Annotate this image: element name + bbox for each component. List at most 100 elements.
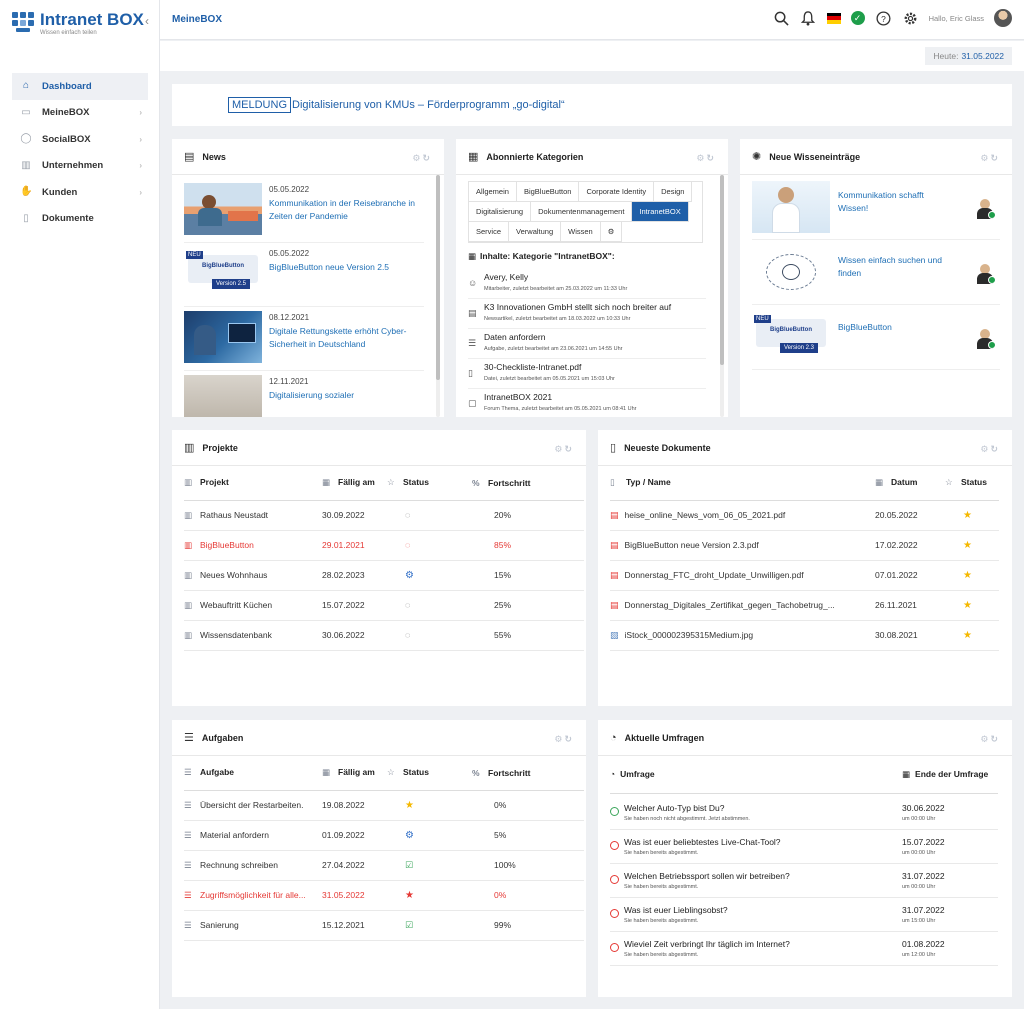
content-title[interactable]: IntranetBOX 2021 [484,392,552,402]
card-tools[interactable]: ⚙↻ [554,444,574,455]
category-content-item[interactable]: ▢ IntranetBOX 2021 Forum Thema, zuletzt … [468,389,706,417]
comment-icon[interactable]: ◌ [405,510,410,520]
bell-icon[interactable] [800,10,817,27]
knowledge-item[interactable]: Kommunikation schafft Wissen! [752,175,1000,240]
sidebar-item-meinebox[interactable]: ▭ MeineBOX › [12,100,148,127]
project-name[interactable]: BigBlueButton [200,540,254,550]
star-icon[interactable]: ★ [405,890,414,901]
scrollbar-thumb[interactable] [436,175,440,380]
tab-dokumentenmanagement[interactable]: Dokumentenmanagement [531,202,633,222]
column-header[interactable]: ▥ Projekt [184,466,322,501]
news-title[interactable]: BigBlueButton neue Version 2.5 [269,261,419,274]
category-content-item[interactable]: ▤ K3 Innovationen GmbH stellt sich noch … [468,299,706,329]
logo[interactable]: Intranet BOX Wissen einfach teilen [12,10,152,40]
gears-icon[interactable]: ⚙ [405,570,414,581]
card-tools[interactable]: ⚙↻ [412,153,432,164]
comment-icon[interactable]: ◌ [405,540,410,550]
language-flag-de-icon[interactable] [826,12,841,24]
checkbox-checked-icon[interactable]: ☑ [405,920,413,930]
column-header[interactable]: % Fortschritt [472,466,584,501]
table-row[interactable]: ▥ Neues Wohnhaus 28.02.2023 ⚙ 15% [184,560,584,591]
content-title[interactable]: Daten anfordern [484,332,545,342]
column-header[interactable]: ▯ Typ / Name [610,466,875,501]
news-title[interactable]: Digitalisierung sozialer [269,389,419,402]
news-item[interactable]: 05.05.2022 Kommunikation in der Reisebra… [184,179,424,243]
task-name[interactable]: Material anfordern [200,830,269,840]
tab-intranetbox[interactable]: IntranetBOX [632,202,689,222]
comment-icon[interactable]: ◌ [405,630,410,640]
news-item[interactable]: 12.11.2021 Digitalisierung sozialer [184,371,424,417]
poll-question[interactable]: Welchen Betriebssport sollen wir betreib… [624,871,790,881]
project-name[interactable]: Webauftritt Küchen [200,600,272,610]
poll-row[interactable]: Was ist euer beliebtestes Live-Chat-Tool… [610,830,998,864]
card-tools[interactable]: ⚙↻ [554,734,574,745]
sidebar-item-socialbox[interactable]: ◯ SocialBOX › [12,126,148,153]
gear-icon[interactable] [902,10,919,27]
comment-icon[interactable]: ◌ [405,600,410,610]
sidebar-item-dokumente[interactable]: ▯ Dokumente [12,206,148,233]
news-item[interactable]: NEU BigBlueButton Version 2.5 05.05.2022… [184,243,424,307]
card-tools[interactable]: ⚙↻ [980,153,1000,164]
author-avatar[interactable] [976,199,996,219]
table-row[interactable]: ▥ Rathaus Neustadt 30.09.2022 ◌ 20% [184,500,584,531]
tab-wissen[interactable]: Wissen [561,222,601,242]
tab-corporate-identity[interactable]: Corporate Identity [579,182,655,202]
announcement-text[interactable]: Digitalisierung von KMUs – Förderprogram… [292,99,565,111]
news-title[interactable]: Kommunikation in der Reisebranche in Zei… [269,197,419,222]
poll-question[interactable]: Was ist euer beliebtestes Live-Chat-Tool… [624,837,781,847]
tab-bigbluebutton[interactable]: BigBlueButton [516,182,580,202]
poll-question[interactable]: Welcher Auto-Typ bist Du? [624,803,724,813]
table-row[interactable]: ▧ iStock_000002395315Medium.jpg 30.08.202… [610,620,999,651]
content-title[interactable]: Avery, Kelly [484,272,528,282]
tab-verwaltung[interactable]: Verwaltung [509,222,562,242]
column-header[interactable]: ▦ Fällig am [322,466,387,501]
poll-row[interactable]: Welcher Auto-Typ bist Du? Sie haben noch… [610,796,998,830]
column-header[interactable]: % Fortschritt [472,756,584,791]
column-header[interactable]: ▦ Ende der Umfrage [902,769,988,780]
content-title[interactable]: 30-Checkliste-Intranet.pdf [484,362,581,372]
poll-row[interactable]: Wieviel Zeit verbringt Ihr täglich im In… [610,932,998,966]
task-name[interactable]: Zugriffsmöglichkeit für alle... [200,890,306,900]
gears-icon[interactable]: ⚙ [405,830,414,841]
document-name[interactable]: heise_online_News_vom_06_05_2021.pdf [625,510,786,520]
user-greeting[interactable]: Hallo, Eric Glass [929,14,984,23]
task-name[interactable]: Sanierung [200,920,239,930]
status-ok-icon[interactable]: ✓ [850,11,865,25]
search-icon[interactable] [773,10,790,27]
knowledge-item[interactable]: NEU BigBlueButton Version 2.3 BigBlueBut… [752,305,1000,370]
author-avatar[interactable] [976,264,996,284]
category-content-item[interactable]: ☰ Daten anfordern Aufgabe, zuletzt bearb… [468,329,706,359]
column-header[interactable]: ☰ Aufgabe [184,756,322,791]
poll-row[interactable]: Was ist euer Lieblingsobst? Sie haben be… [610,898,998,932]
task-name[interactable]: Rechnung schreiben [200,860,278,870]
knowledge-title[interactable]: BigBlueButton [838,321,956,334]
tab-settings-gear-icon[interactable]: ⚙ [600,222,623,242]
announcement-banner[interactable]: MELDUNG Digitalisierung von KMUs – Förde… [172,84,1012,126]
poll-row[interactable]: Welchen Betriebssport sollen wir betreib… [610,864,998,898]
sidebar-item-kunden[interactable]: ✋ Kunden › [12,179,148,206]
document-name[interactable]: iStock_000002395315Medium.jpg [625,630,754,640]
column-header[interactable]: ▦ Datum [875,466,945,501]
scrollbar-thumb[interactable] [720,175,724,365]
sidebar-item-unternehmen[interactable]: ▥ Unternehmen › [12,153,148,180]
table-row[interactable]: ☰ Material anfordern 01.09.2022 ⚙ 5% [184,820,584,851]
table-row[interactable]: ▤ Donnerstag_Digitales_Zertifikat_gegen_T… [610,590,999,621]
column-header[interactable]: ☆ Status [387,756,472,791]
news-item[interactable]: 08.12.2021 Digitale Rettungskette erhöht… [184,307,424,371]
category-content-item[interactable]: ☺ Avery, Kelly Mitarbeiter, zuletzt bear… [468,269,706,299]
tab-service[interactable]: Service [469,222,510,242]
column-header[interactable]: ☆ Status [387,466,472,501]
table-row[interactable]: ▤ heise_online_News_vom_06_05_2021.pdf 20… [610,500,999,531]
knowledge-title[interactable]: Wissen einfach suchen und finden [838,254,956,279]
project-name[interactable]: Rathaus Neustadt [200,510,268,520]
task-name[interactable]: Übersicht der Restarbeiten. [200,800,303,810]
news-title[interactable]: Digitale Rettungskette erhöht Cyber-Sich… [269,325,419,350]
star-icon[interactable]: ★ [963,540,972,551]
star-icon[interactable]: ★ [963,630,972,641]
category-content-item[interactable]: ▯ 30-Checkliste-Intranet.pdf Datei, zule… [468,359,706,389]
card-tools[interactable]: ⚙↻ [980,734,1000,745]
document-name[interactable]: Donnerstag_FTC_droht_Update_Unwilligen.p… [625,570,804,580]
checkbox-checked-icon[interactable]: ☑ [405,860,413,870]
table-row[interactable]: ☰ Sanierung 15.12.2021 ☑ 99% [184,910,584,941]
table-row[interactable]: ▥ Wissensdatenbank 30.06.2022 ◌ 55% [184,620,584,651]
